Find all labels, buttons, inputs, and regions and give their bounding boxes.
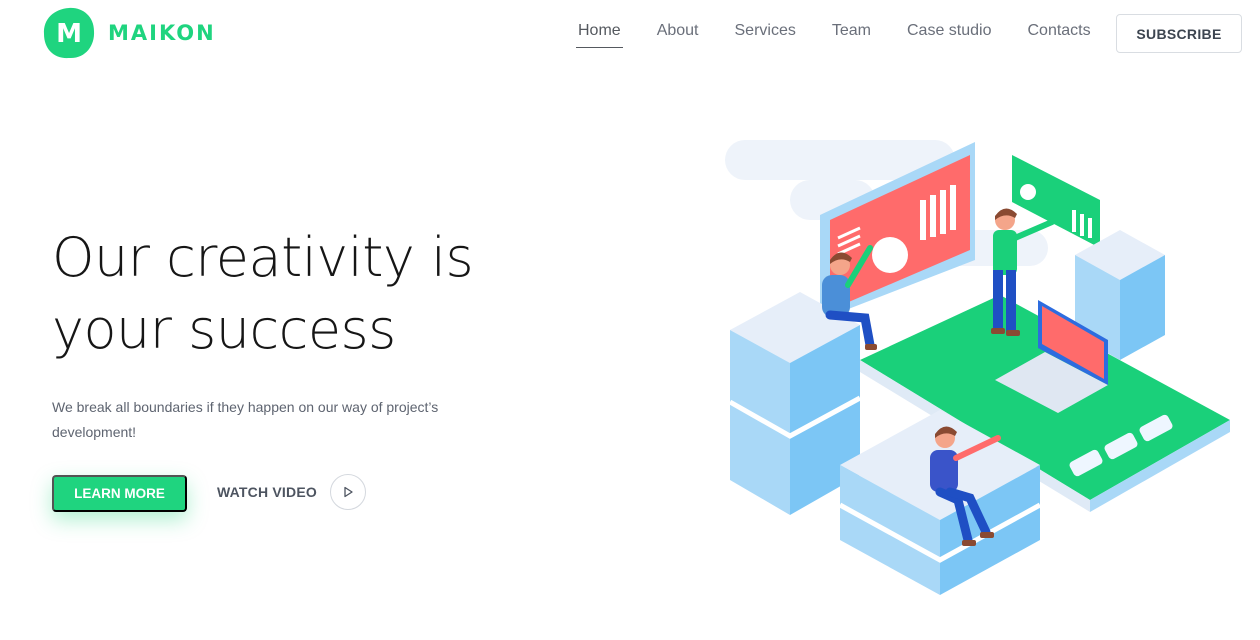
brand-logo[interactable]: M MAIKON: [42, 6, 216, 60]
play-icon[interactable]: [329, 474, 366, 510]
nav-contacts[interactable]: Contacts: [1025, 18, 1092, 48]
nav-team[interactable]: Team: [830, 18, 873, 48]
watch-video-label: WATCH VIDEO: [217, 484, 317, 500]
hero-title-line-1: Our creativity is: [52, 226, 474, 289]
hero-illustration: [700, 120, 1250, 600]
site-header: M MAIKON Home About Services Team Case s…: [0, 0, 1260, 70]
hero-title: Our creativity is your success: [52, 222, 572, 366]
green-chart-pie: [1020, 184, 1036, 200]
logo-badge-icon: M: [42, 6, 96, 60]
subscribe-button[interactable]: SUBSCRIBE: [1116, 14, 1242, 53]
logo-letter: M: [56, 19, 82, 49]
screen-pie: [872, 237, 908, 273]
isometric-workspace-illustration: [725, 140, 1230, 595]
watch-video-button[interactable]: WATCH VIDEO: [217, 474, 366, 510]
nav-about[interactable]: About: [655, 18, 701, 48]
main-nav: Home About Services Team Case studio Con…: [560, 18, 1109, 48]
nav-case-studio[interactable]: Case studio: [905, 18, 994, 48]
nav-home[interactable]: Home: [576, 18, 623, 48]
hero-title-line-2: your success: [52, 298, 396, 361]
hero-subtitle: We break all boundaries if they happen o…: [52, 399, 439, 440]
nav-services[interactable]: Services: [733, 18, 798, 48]
learn-more-button[interactable]: LEARN MORE: [52, 475, 187, 512]
brand-name: MAIKON: [108, 21, 216, 45]
